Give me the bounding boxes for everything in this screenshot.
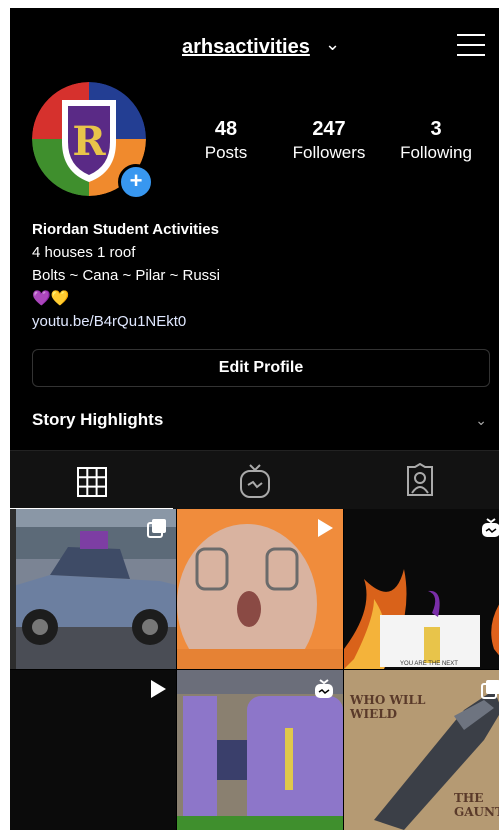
tab-tagged[interactable]	[336, 451, 499, 509]
svg-text:YOU ARE THE NEXT: YOU ARE THE NEXT	[400, 661, 458, 667]
avatar[interactable]: R +	[32, 82, 154, 200]
igtv-icon	[240, 464, 270, 498]
tab-igtv[interactable]	[173, 451, 336, 509]
top-edge	[0, 0, 499, 8]
post-purple[interactable]	[177, 670, 343, 830]
post-caption-line: THE	[454, 791, 483, 805]
profile-header: arhsactivities ⌄	[10, 8, 499, 86]
post-truck[interactable]	[10, 509, 176, 669]
profile-tabs	[10, 451, 499, 509]
chevron-down-icon[interactable]: ⌄	[475, 412, 487, 429]
stat-label: Posts	[204, 143, 248, 162]
username[interactable]: arhsactivities	[182, 36, 310, 59]
bio-name: Riordan Student Activities	[32, 221, 219, 238]
stat-followers[interactable]: 247 Followers	[274, 118, 384, 163]
stat-label: Followers	[292, 143, 366, 162]
story-highlights-label[interactable]: Story Highlights	[32, 410, 163, 430]
video-icon	[318, 519, 333, 537]
igtv-icon	[315, 679, 333, 698]
left-edge	[0, 0, 10, 830]
stat-value: 247	[312, 118, 346, 140]
post-caption-line: GAUNTLET	[454, 805, 499, 819]
stat-following[interactable]: 3 Following	[381, 118, 491, 163]
bio-line: 4 houses 1 roof	[32, 244, 136, 261]
bio-link[interactable]: youtu.be/B4rQu1NEkt0	[32, 310, 220, 333]
multi-post-icon	[481, 680, 499, 699]
post-caption-line: WIELD	[349, 707, 397, 721]
post-flames[interactable]: YOU ARE THE NEXT	[344, 509, 499, 669]
post-face[interactable]	[177, 509, 343, 669]
tagged-icon	[407, 463, 433, 496]
igtv-icon	[482, 518, 499, 537]
svg-text:R: R	[72, 118, 106, 165]
tab-grid[interactable]	[10, 451, 173, 509]
post-gauntlet[interactable]: WHO WILL WIELD THE GAUNTLET	[344, 670, 499, 830]
post-dark-video[interactable]	[10, 670, 176, 830]
stat-value: 48	[214, 118, 238, 140]
hamburger-icon[interactable]	[457, 32, 487, 58]
stat-posts[interactable]: 48 Posts	[171, 118, 281, 163]
app-frame: arhsactivities ⌄ R + 48 Posts 247 Follow…	[10, 8, 499, 830]
stat-label: Following	[400, 143, 472, 162]
bio-emoji: 💜💛	[32, 290, 70, 307]
posts-grid: YOU ARE THE NEXT WHO WILL WIELD THE GAUN	[10, 509, 499, 830]
grid-icon	[77, 467, 107, 497]
profile-stats: 48 Posts 247 Followers 3 Following	[175, 118, 495, 178]
stat-value: 3	[430, 118, 442, 140]
profile-bio: Riordan Student Activities 4 houses 1 ro…	[32, 218, 220, 333]
post-caption-line: WHO WILL	[349, 693, 426, 707]
multi-post-icon	[147, 519, 166, 538]
add-story-button[interactable]: +	[118, 164, 154, 200]
chevron-down-icon[interactable]: ⌄	[325, 34, 340, 55]
bio-line: Bolts ~ Cana ~ Pilar ~ Russi	[32, 267, 221, 284]
edit-profile-button[interactable]: Edit Profile	[32, 349, 490, 387]
video-icon	[151, 680, 166, 698]
